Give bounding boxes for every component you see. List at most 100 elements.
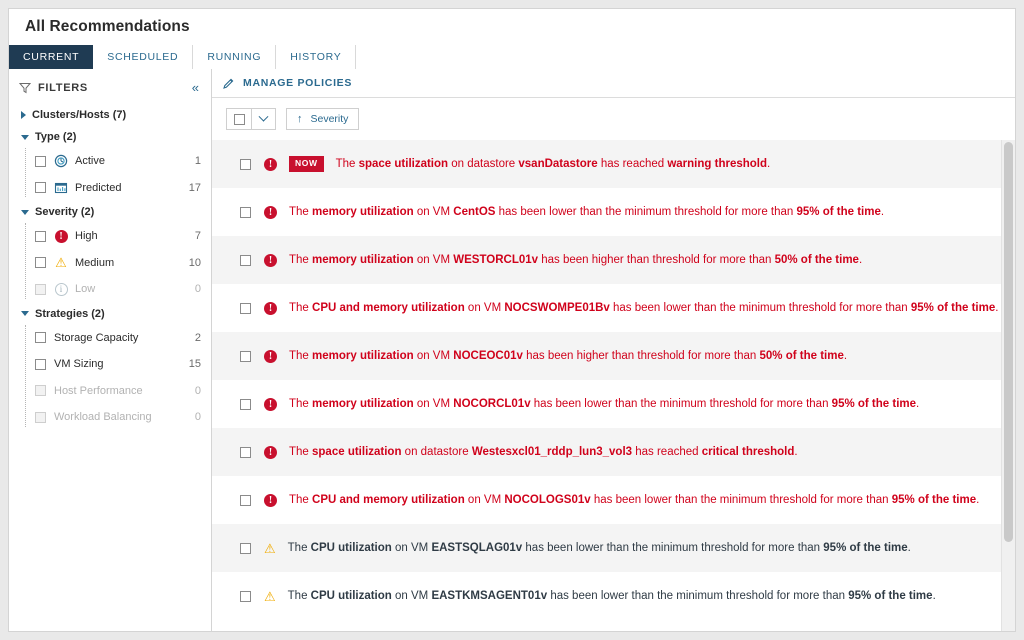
list-control-bar: ↑ Severity xyxy=(212,98,1015,140)
recommendation-text: The memory utilization on VM NOCEOC01v h… xyxy=(289,348,847,364)
filter-group-type[interactable]: Type (2) xyxy=(9,126,211,148)
caret-down-icon xyxy=(21,210,29,215)
row-checkbox[interactable] xyxy=(240,303,251,314)
sort-by-severity-button[interactable]: ↑ Severity xyxy=(286,108,359,130)
recommendation-row[interactable]: ! The CPU and memory utilization on VM NO… xyxy=(212,476,1001,524)
severity-high-glyph: ! xyxy=(264,206,277,219)
row-checkbox[interactable] xyxy=(240,591,251,602)
manage-policies-label: MANAGE POLICIES xyxy=(243,77,352,89)
filter-item-count: 2 xyxy=(195,332,211,344)
severity-high-glyph: ! xyxy=(264,494,277,507)
funnel-icon xyxy=(19,82,31,94)
recommendation-text: The CPU and memory utilization on VM NOC… xyxy=(289,300,998,316)
active-target-icon xyxy=(54,154,68,168)
filters-header: FILTERS « xyxy=(9,77,211,104)
filter-group-clusters-hosts[interactable]: Clusters/Hosts (7) xyxy=(9,104,211,126)
filter-group-severity[interactable]: Severity (2) xyxy=(9,201,211,223)
filter-item-count: 0 xyxy=(195,385,211,397)
filter-item-vm-sizing[interactable]: VM Sizing15 xyxy=(35,351,211,378)
scrollbar-thumb[interactable] xyxy=(1004,142,1013,542)
filter-item-storage-capacity[interactable]: Storage Capacity2 xyxy=(35,325,211,352)
filter-group-label: Type (2) xyxy=(35,131,76,143)
filter-checkbox[interactable] xyxy=(35,359,46,370)
recommendation-text: The memory utilization on VM NOCORCL01v … xyxy=(289,396,919,412)
tab-current[interactable]: CURRENT xyxy=(9,45,93,69)
recommendation-row[interactable]: ⚠ The CPU utilization on VM EASTKMSAGENT0… xyxy=(212,572,1001,620)
recommendation-row[interactable]: !NOWThe space utilization on datastore v… xyxy=(212,140,1001,188)
filter-item-active[interactable]: Active1 xyxy=(35,148,211,175)
recommendation-row[interactable]: ⚠The CPU utilization on VM EASTSQLAG01v … xyxy=(212,524,1001,572)
page-header: All Recommendations xyxy=(9,9,1015,45)
row-checkbox[interactable] xyxy=(240,447,251,458)
filter-item-predicted[interactable]: Predicted17 xyxy=(35,175,211,202)
collapse-sidebar-button[interactable]: « xyxy=(192,81,201,94)
filters-sidebar: FILTERS « Clusters/Hosts (7) Type (2) Acti… xyxy=(9,69,212,632)
severity-high-icon: ! xyxy=(264,158,277,171)
row-checkbox[interactable] xyxy=(240,159,251,170)
severity-high-icon: ! xyxy=(54,229,68,243)
filter-checkbox xyxy=(35,385,46,396)
recommendation-text: The CPU and memory utilization on VM NOC… xyxy=(289,492,979,508)
filter-item-high[interactable]: !High7 xyxy=(35,223,211,250)
body-split: FILTERS « Clusters/Hosts (7) Type (2) Acti… xyxy=(9,69,1015,632)
filter-item-label: VM Sizing xyxy=(54,358,189,370)
recommendation-row[interactable]: ! The CPU and memory utilization on VM NO… xyxy=(212,284,1001,332)
severity-low-icon: i xyxy=(54,282,68,296)
recommendation-row[interactable]: ! The memory utilization on VM CentOS has… xyxy=(212,188,1001,236)
severity-high-glyph: ! xyxy=(55,230,68,243)
recommendation-row[interactable]: ! The memory utilization on VM NOCEOC01v … xyxy=(212,332,1001,380)
recommendation-text: The space utilization on datastore Weste… xyxy=(289,444,798,460)
recommendation-text: The memory utilization on VM CentOS has … xyxy=(289,204,884,220)
severity-high-icon: ! xyxy=(264,206,277,219)
tab-scheduled[interactable]: SCHEDULED xyxy=(93,45,193,69)
filter-item-count: 1 xyxy=(195,155,211,167)
severity-medium-icon: ⚠ xyxy=(264,542,276,555)
row-checkbox[interactable] xyxy=(240,495,251,506)
filter-checkbox[interactable] xyxy=(35,257,46,268)
arrow-up-icon: ↑ xyxy=(297,114,303,125)
recommendations-list: !NOWThe space utilization on datastore v… xyxy=(212,140,1001,632)
predicted-chart-icon xyxy=(54,181,68,195)
filter-item-label: Workload Balancing xyxy=(54,411,195,423)
filter-checkbox[interactable] xyxy=(35,332,46,343)
filter-checkbox[interactable] xyxy=(35,156,46,167)
filter-item-label: Medium xyxy=(75,257,189,269)
page-title: All Recommendations xyxy=(25,18,190,36)
recommendation-row[interactable]: !The memory utilization on VM WESTORCL01… xyxy=(212,236,1001,284)
select-all-dropdown-button[interactable] xyxy=(252,108,276,130)
row-checkbox[interactable] xyxy=(240,207,251,218)
recommendation-row[interactable]: !The memory utilization on VM NOCORCL01v… xyxy=(212,380,1001,428)
filter-item-host-performance: Host Performance0 xyxy=(35,378,211,405)
checkbox-square-icon xyxy=(234,114,245,125)
severity-medium-icon: ⚠ xyxy=(264,590,276,603)
severity-high-icon: ! xyxy=(264,350,277,363)
row-checkbox[interactable] xyxy=(240,399,251,410)
row-checkbox[interactable] xyxy=(240,255,251,266)
filter-checkbox[interactable] xyxy=(35,182,46,193)
recommendation-text: The CPU utilization on VM EASTKMSAGENT01… xyxy=(288,588,936,604)
manage-policies-button[interactable]: MANAGE POLICIES xyxy=(222,77,352,90)
filter-group-items: Active1Predicted17 xyxy=(25,148,211,201)
pencil-icon xyxy=(222,77,235,90)
filter-item-workload-balancing: Workload Balancing0 xyxy=(35,404,211,431)
list-scrollbar[interactable] xyxy=(1001,140,1015,632)
filter-item-count: 0 xyxy=(195,283,211,295)
filter-group-items: Storage Capacity2VM Sizing15Host Perform… xyxy=(25,325,211,431)
tab-running[interactable]: RUNNING xyxy=(193,45,276,69)
now-badge: NOW xyxy=(289,156,324,172)
select-all-checkbox[interactable] xyxy=(226,108,252,130)
filter-group-strategies[interactable]: Strategies (2) xyxy=(9,303,211,325)
recommendation-row[interactable]: ! The space utilization on datastore West… xyxy=(212,428,1001,476)
filter-item-medium[interactable]: ⚠Medium10 xyxy=(35,250,211,277)
sort-label: Severity xyxy=(311,113,349,125)
severity-high-glyph: ! xyxy=(264,302,277,315)
row-checkbox[interactable] xyxy=(240,351,251,362)
tab-history[interactable]: HISTORY xyxy=(276,45,356,69)
row-checkbox[interactable] xyxy=(240,543,251,554)
filter-checkbox[interactable] xyxy=(35,231,46,242)
filter-item-label: Predicted xyxy=(75,182,189,194)
recommendation-text: The memory utilization on VM WESTORCL01v… xyxy=(289,252,862,268)
severity-high-glyph: ! xyxy=(264,446,277,459)
filter-item-count: 15 xyxy=(189,358,211,370)
filter-group-label: Strategies (2) xyxy=(35,308,105,320)
